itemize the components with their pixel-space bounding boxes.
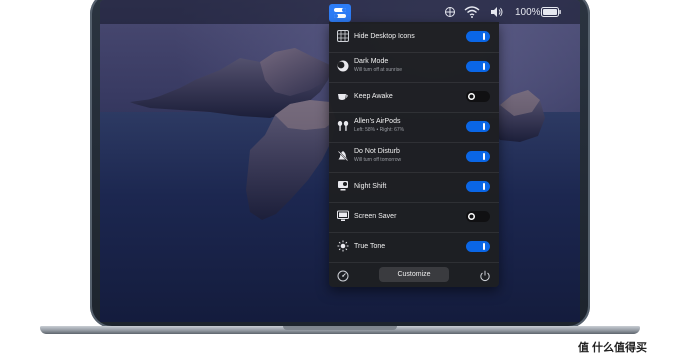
row-title: Night Shift	[354, 183, 387, 190]
do-not-disturb-toggle[interactable]	[466, 151, 490, 162]
row-title: Dark Mode	[354, 58, 389, 65]
row-title: Hide Desktop Icons	[354, 33, 415, 40]
coffee-cup-icon	[337, 90, 349, 102]
panel-footer: Customize	[329, 262, 499, 287]
airpods-icon	[337, 120, 349, 132]
row-title: Do Not Disturb	[354, 148, 400, 155]
row-subtitle: Left: 58% • Right: 67%	[354, 127, 405, 133]
volume-icon[interactable]	[490, 0, 504, 24]
watermark: 值 什么值得买	[578, 339, 647, 355]
row-title: Allen's AirPods	[354, 118, 401, 125]
moon-icon	[337, 60, 349, 72]
row-hide-desktop-icons[interactable]: Hide Desktop Icons	[329, 22, 499, 53]
true-tone-icon	[337, 240, 349, 252]
speedometer-icon[interactable]	[337, 269, 349, 282]
keep-awake-toggle[interactable]	[466, 91, 490, 102]
dark-mode-toggle[interactable]	[466, 61, 490, 72]
row-true-tone[interactable]: True Tone	[329, 232, 499, 263]
battery-percent-text: 100%	[515, 6, 541, 18]
row-title: True Tone	[354, 243, 386, 250]
menu-bar: 100%	[100, 0, 580, 24]
wifi-icon[interactable]	[464, 0, 480, 24]
row-screen-saver[interactable]: Screen Saver	[329, 202, 499, 233]
row-subtitle: Will turn off tomorrow	[354, 157, 402, 163]
laptop-hinge-notch	[283, 326, 397, 330]
row-dark-mode[interactable]: Dark Mode Will turn off at sunrise	[329, 52, 499, 83]
row-airpods[interactable]: Allen's AirPods Left: 58% • Right: 67%	[329, 112, 499, 143]
hide-desktop-icons-toggle[interactable]	[466, 31, 490, 42]
row-night-shift[interactable]: Night Shift	[329, 172, 499, 203]
customize-button[interactable]: Customize	[379, 267, 449, 282]
battery-icon[interactable]	[541, 0, 561, 24]
row-title: Keep Awake	[354, 93, 393, 100]
airpods-toggle[interactable]	[466, 121, 490, 132]
screen-saver-toggle[interactable]	[466, 211, 490, 222]
watermark-text: 值 什么值得买	[578, 342, 648, 354]
quick-settings-panel: Hide Desktop Icons Dark Mode Will turn o…	[329, 22, 499, 287]
true-tone-toggle[interactable]	[466, 241, 490, 252]
power-icon[interactable]	[479, 269, 491, 281]
display-arrows-icon[interactable]	[444, 0, 456, 24]
app-toggle-icon[interactable]	[329, 4, 351, 22]
night-shift-icon	[337, 180, 349, 192]
screen-saver-icon	[337, 210, 349, 222]
row-title: Screen Saver	[354, 213, 397, 220]
night-shift-toggle[interactable]	[466, 181, 490, 192]
do-not-disturb-icon	[337, 150, 349, 162]
desktop-grid-icon	[337, 30, 349, 42]
row-keep-awake[interactable]: Keep Awake	[329, 82, 499, 113]
row-do-not-disturb[interactable]: Do Not Disturb Will turn off tomorrow	[329, 142, 499, 173]
row-subtitle: Will turn off at sunrise	[354, 67, 402, 73]
